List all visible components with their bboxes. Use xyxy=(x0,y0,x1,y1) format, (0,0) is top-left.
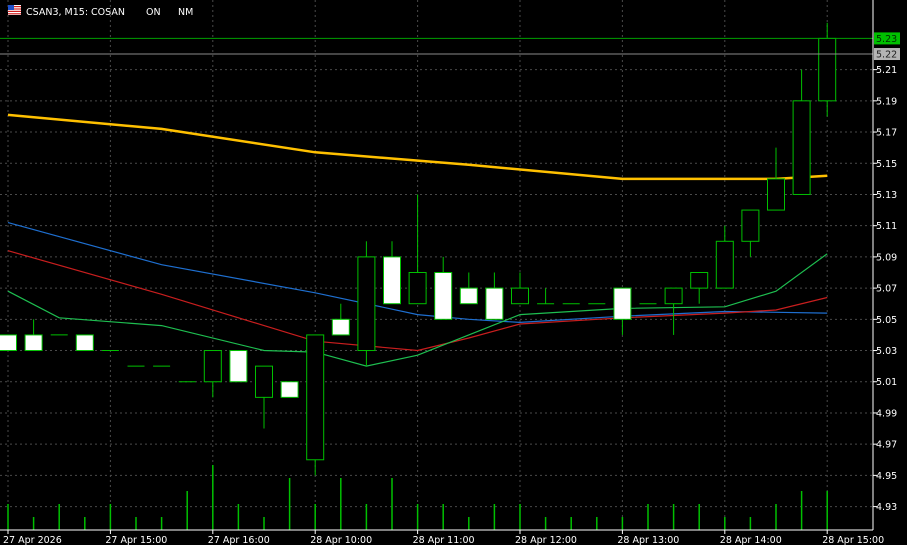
candle-body xyxy=(280,381,299,398)
y-tick-label: 4.95 xyxy=(876,471,897,482)
candle-body xyxy=(255,365,273,398)
price-lines xyxy=(0,37,873,55)
x-tick-label: 28 Apr 10:00 xyxy=(310,535,372,545)
tag-nm: NM xyxy=(178,7,193,18)
candle xyxy=(306,334,325,476)
candle-body xyxy=(690,272,709,289)
candle xyxy=(331,303,350,336)
y-tick-label: 5.13 xyxy=(876,190,897,201)
x-tick-label: 27 Apr 16:00 xyxy=(208,535,270,545)
candle-body xyxy=(767,178,785,211)
candle xyxy=(792,69,811,195)
candle-body xyxy=(306,334,325,461)
candle-body xyxy=(715,240,734,289)
volume-bars xyxy=(7,465,828,530)
candle-body xyxy=(511,287,529,305)
candle-body xyxy=(485,287,504,320)
y-tick-label: 4.97 xyxy=(876,440,897,451)
ask-price-label: 5.22 xyxy=(876,50,897,61)
y-tick-label: 5.21 xyxy=(876,65,897,76)
x-tick-label: 28 Apr 13:00 xyxy=(617,535,679,545)
candle-body xyxy=(383,256,401,305)
candle-body xyxy=(331,318,350,336)
y-tick-label: 5.01 xyxy=(876,377,897,388)
candle-body xyxy=(357,256,376,352)
candle-body xyxy=(818,37,837,102)
candle xyxy=(0,334,17,352)
candle xyxy=(613,287,632,335)
x-tick-label: 28 Apr 12:00 xyxy=(515,535,577,545)
candle-body xyxy=(229,350,248,383)
candle xyxy=(383,241,401,305)
candle xyxy=(715,225,734,289)
candle-body xyxy=(741,209,760,242)
x-tick-label: 27 Apr 15:00 xyxy=(105,535,167,545)
y-tick-label: 4.99 xyxy=(876,408,897,419)
candle xyxy=(255,365,273,429)
y-tick-label: 5.03 xyxy=(876,346,897,357)
symbol-info: CSAN3, M15: COSAN xyxy=(26,7,125,18)
candle-body xyxy=(434,272,453,320)
candle-body xyxy=(75,334,94,352)
y-tick-label: 5.17 xyxy=(876,128,897,139)
chart-grid xyxy=(0,0,873,530)
candle xyxy=(75,334,94,352)
candle-body xyxy=(408,272,427,305)
candle xyxy=(24,319,43,352)
y-tick-label: 5.09 xyxy=(876,252,897,263)
x-tick-label: 28 Apr 15:00 xyxy=(822,535,884,545)
candle xyxy=(357,241,376,367)
candle xyxy=(537,288,555,305)
y-tick-label: 4.93 xyxy=(876,502,897,513)
tag-on: ON xyxy=(146,7,161,18)
candle xyxy=(203,350,222,398)
chart-header: CSAN3, M15: COSAN ON NM xyxy=(8,5,193,18)
candle xyxy=(511,272,529,305)
candle-body xyxy=(0,334,17,352)
candle xyxy=(485,272,504,320)
candle xyxy=(818,22,837,117)
x-tick-label: 28 Apr 14:00 xyxy=(720,535,782,545)
flag-icon[interactable] xyxy=(8,5,21,15)
candle xyxy=(741,209,760,257)
x-tick-label: 28 Apr 11:00 xyxy=(413,535,475,545)
candle xyxy=(459,272,478,305)
candle-body xyxy=(203,350,222,383)
candle xyxy=(408,194,427,305)
candle-body xyxy=(459,287,478,305)
y-tick-label: 5.19 xyxy=(876,96,897,107)
bid-price-label: 5.23 xyxy=(876,34,897,45)
price-chart[interactable]: 5.21 5.19 5.17 5.15 5.13 5.11 5.09 5.07 5.05 5.03… xyxy=(0,0,907,545)
candle-body xyxy=(24,334,43,352)
candle xyxy=(690,272,709,304)
candle-body xyxy=(613,287,632,320)
candle xyxy=(280,381,299,398)
candle xyxy=(434,256,453,320)
y-tick-label: 5.15 xyxy=(876,159,897,170)
y-tick-label: 5.05 xyxy=(876,315,897,326)
y-tick-label: 5.07 xyxy=(876,284,897,295)
candle-body xyxy=(792,100,811,195)
candle xyxy=(229,350,248,383)
candle xyxy=(664,287,683,335)
x-tick-label: 27 Apr 2026 xyxy=(3,535,62,545)
candle-body xyxy=(664,287,683,305)
candle xyxy=(767,147,785,211)
y-tick-label: 5.11 xyxy=(876,221,897,232)
